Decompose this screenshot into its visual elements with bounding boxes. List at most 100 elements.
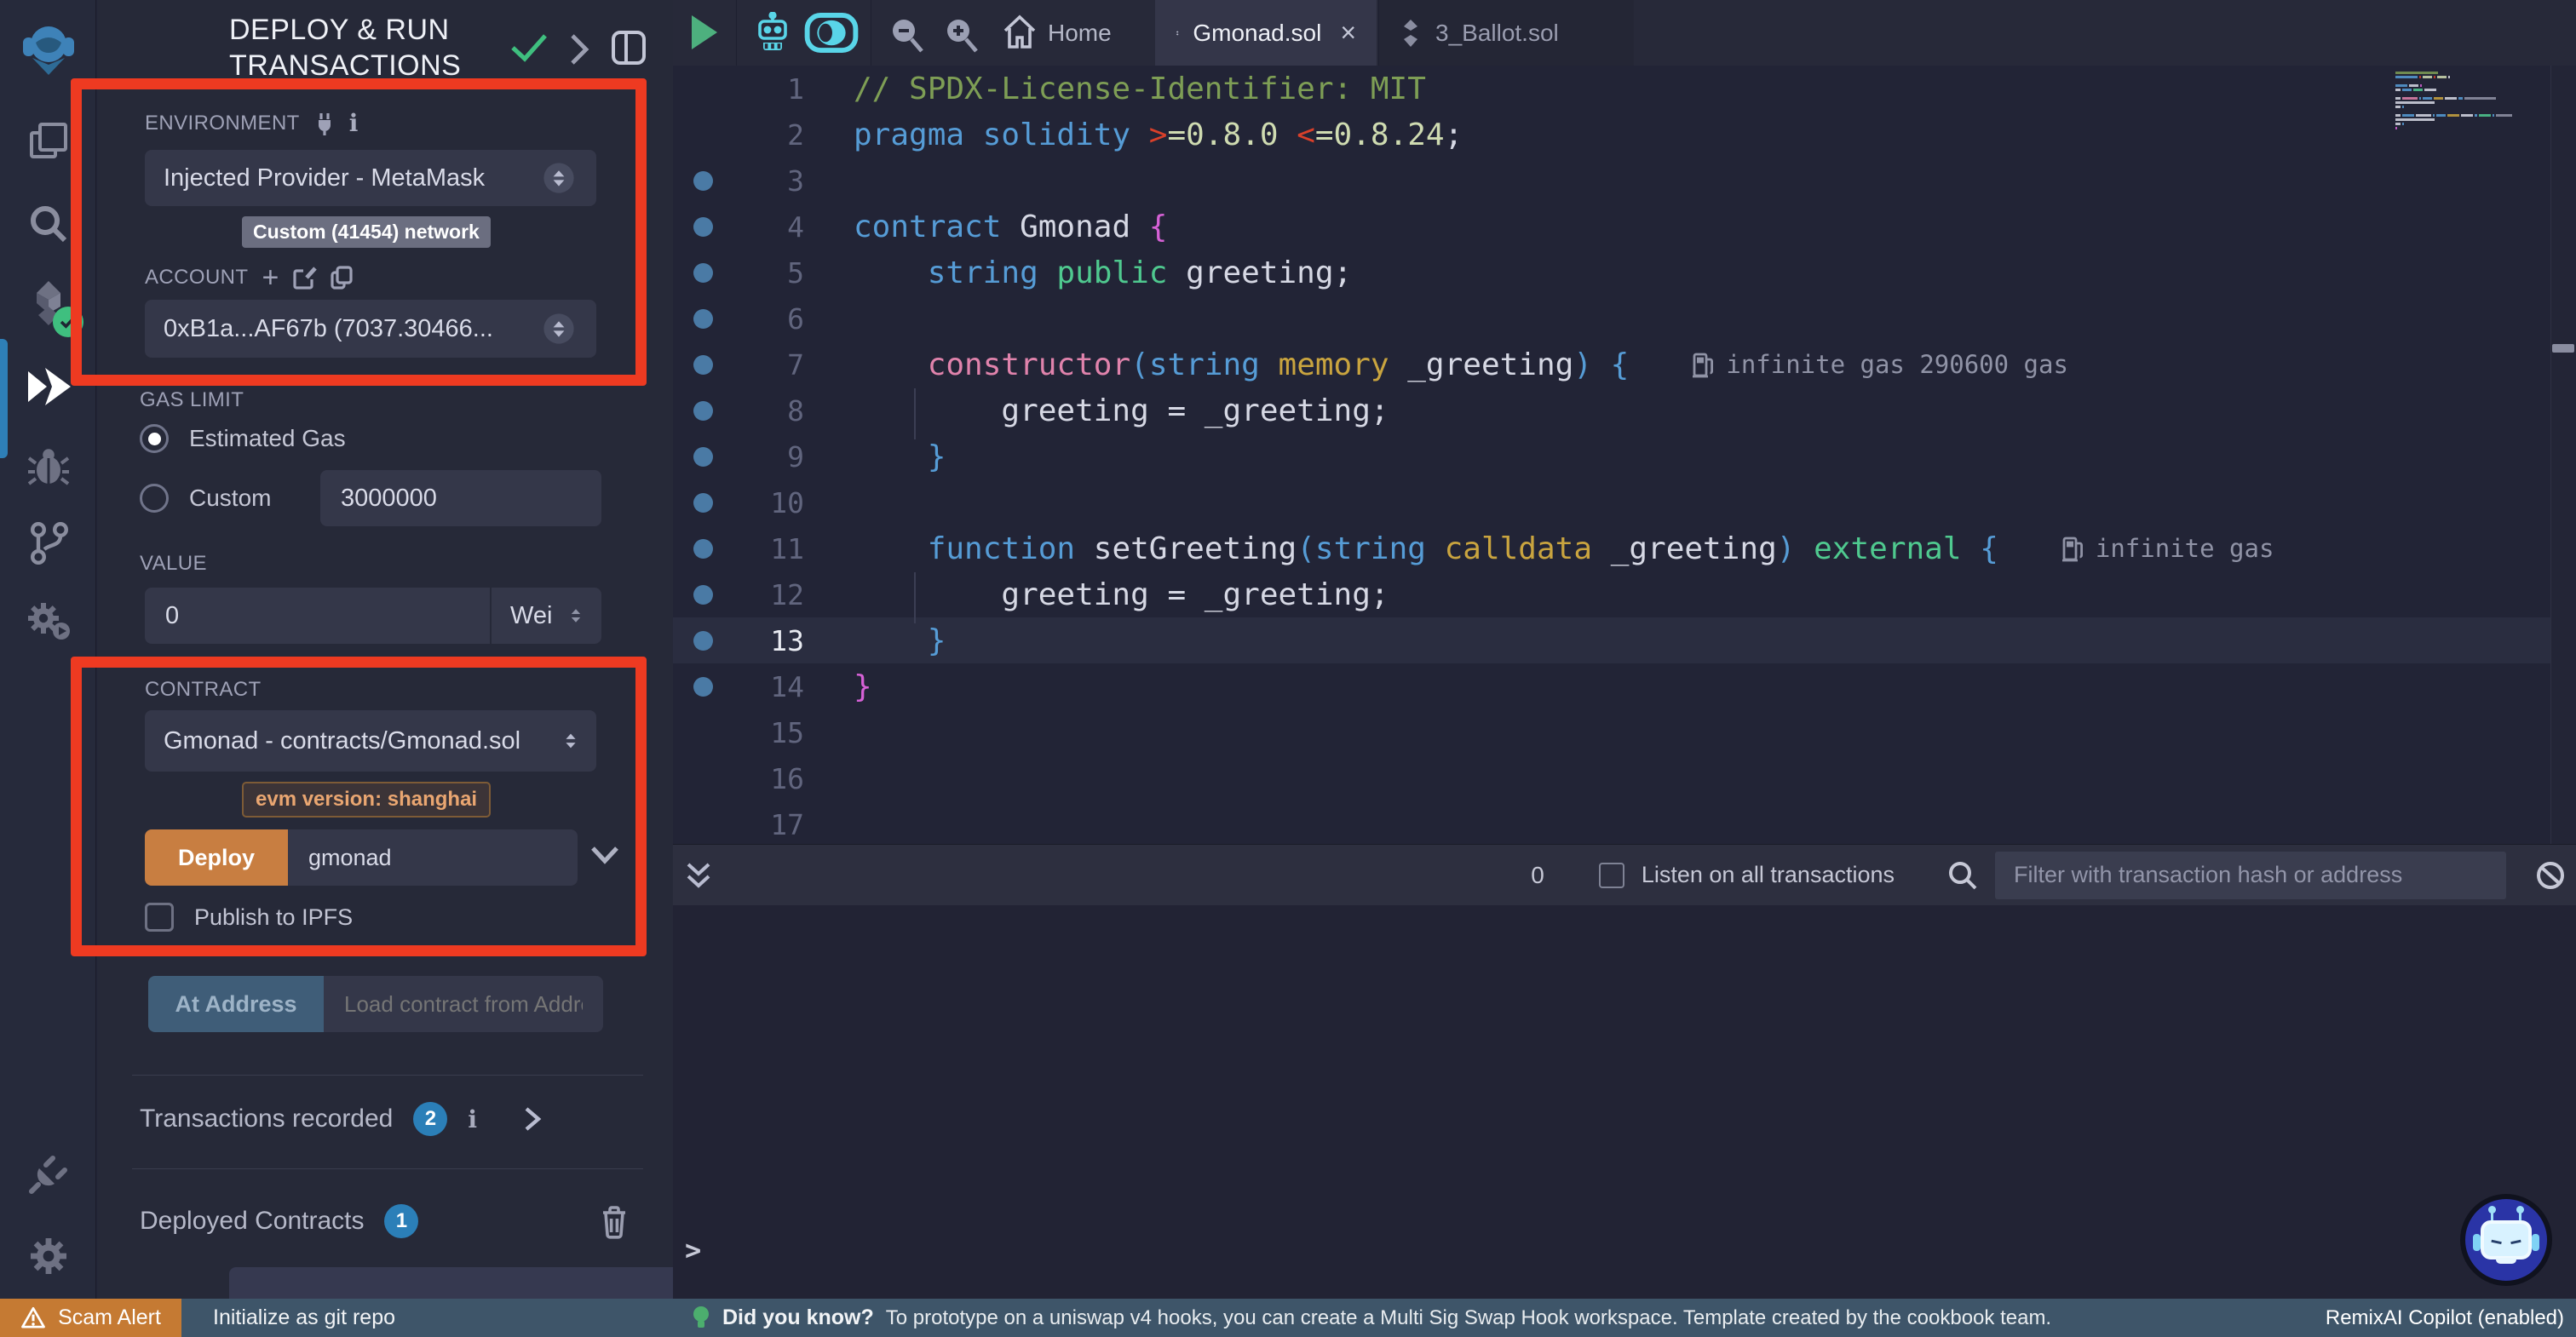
network-badge: Custom (41454) network [242,216,491,248]
editor-toolbar: Home Gmonad.sol × 3_Ballot.sol [673,0,2576,66]
tab-ballot[interactable]: 3_Ballot.sol [1378,0,1634,66]
gutter-dot-icon [673,585,733,605]
ai-robot-icon[interactable] [751,12,794,55]
lightbulb-icon [692,1305,710,1331]
contract-select[interactable]: Gmonad - contracts/Gmonad.sol [145,710,596,772]
home-tab[interactable]: Home [1048,0,1112,66]
environment-select[interactable]: Injected Provider - MetaMask [145,150,596,206]
add-account-icon[interactable]: + [262,266,279,290]
publish-ipfs-row[interactable]: Publish to IPFS [145,903,353,932]
line-number: 8 [733,394,804,427]
deploy-param-input[interactable] [288,829,578,886]
clear-console-icon[interactable] [2535,860,2566,891]
copilot-status[interactable]: RemixAI Copilot (enabled) [2326,1299,2564,1337]
remix-ai-assistant-button[interactable] [2460,1194,2552,1286]
code-line[interactable]: 9 } [673,433,2576,479]
chevron-right-icon[interactable] [567,32,591,66]
settings-gear-icon[interactable] [0,1235,96,1277]
expand-transactions-icon[interactable] [523,1105,542,1133]
code-text: contract Gmonad { [854,209,1167,244]
deploy-button[interactable]: Deploy [145,829,288,886]
code-editor[interactable]: 1// SPDX-License-Identifier: MIT2pragma … [673,66,2576,844]
search-icon[interactable] [0,203,96,245]
transactions-info-icon[interactable]: i [468,1105,477,1133]
code-line[interactable]: 17 [673,801,2576,844]
code-line[interactable]: 6 [673,296,2576,341]
radio-icon [140,484,169,513]
publish-ipfs-checkbox[interactable] [145,903,174,932]
code-line[interactable]: 7 constructor(string memory _greeting) {… [673,341,2576,387]
check-icon[interactable] [509,32,549,63]
remix-logo-icon[interactable] [0,20,96,78]
line-number: 1 [733,72,804,106]
copilot-toggle-icon[interactable] [804,13,859,53]
edit-account-icon[interactable] [293,266,317,290]
transaction-filter-input[interactable] [1995,852,2506,899]
code-line[interactable]: 8 greeting = _greeting; [673,387,2576,433]
line-number: 12 [733,578,804,611]
code-line[interactable]: 1// SPDX-License-Identifier: MIT [673,66,2576,112]
code-line[interactable]: 15 [673,709,2576,755]
scrollbar-mark [2552,344,2574,353]
deployed-contract-item[interactable] [229,1267,727,1301]
terminal-search-icon[interactable] [1947,860,1978,891]
plugin-manager-icon[interactable] [0,600,96,642]
gutter-dot-icon [673,355,733,375]
deployed-contracts-row: Deployed Contracts 1 [140,1202,630,1240]
custom-gas-input[interactable] [320,470,601,526]
code-text: constructor(string memory _greeting) {in… [854,347,2068,382]
split-columns-icon[interactable] [610,29,647,66]
environment-info-icon[interactable]: i [349,109,359,137]
divider [132,1168,643,1169]
expand-deploy-icon[interactable] [589,841,620,867]
minimap-line [2395,106,2404,108]
code-line[interactable]: 5 string public greeting; [673,250,2576,296]
debugger-icon[interactable] [0,446,96,487]
trash-icon[interactable] [598,1202,630,1240]
code-line[interactable]: 16 [673,755,2576,801]
code-text: } [854,623,946,658]
tab-gmonad[interactable]: Gmonad.sol × [1155,0,1377,66]
code-line[interactable]: 12 greeting = _greeting; [673,571,2576,617]
account-select[interactable]: 0xB1a...AF67b (7037.30466... [145,300,596,358]
gas-estimate-annotation: infinite gas [2061,534,2274,563]
remix-ide-window: DEPLOY & RUN TRANSACTIONS ENVIRONMENT i … [0,0,2576,1337]
scam-alert-button[interactable]: Scam Alert [0,1299,181,1337]
code-line[interactable]: 2pragma solidity >=0.8.0 <=0.8.24; [673,112,2576,158]
gutter-dot-icon [673,309,733,329]
home-icon[interactable] [1002,14,1038,50]
value-input[interactable] [145,588,490,644]
at-address-input[interactable] [324,976,603,1032]
close-tab-icon[interactable]: × [1340,17,1356,49]
terminal-output[interactable]: > [673,905,2576,1299]
zoom-out-icon[interactable] [888,15,925,53]
git-icon[interactable] [0,521,96,565]
value-unit-select[interactable]: Wei [491,588,601,644]
code-line[interactable]: 3 [673,158,2576,204]
deploy-run-icon[interactable] [0,364,96,409]
copy-account-icon[interactable] [331,266,353,290]
transactions-recorded-row[interactable]: Transactions recorded 2 i [140,1102,630,1136]
code-line[interactable]: 11 function setGreeting(string calldata … [673,525,2576,571]
code-line[interactable]: 4contract Gmonad { [673,204,2576,250]
select-caret-icon [543,313,573,343]
listen-checkbox[interactable] [1599,863,1624,888]
editor-scrollbar[interactable] [2550,66,2576,844]
zoom-in-icon[interactable] [942,15,980,53]
at-address-button[interactable]: At Address [148,976,324,1032]
code-line[interactable]: 13 } [673,617,2576,663]
estimated-gas-radio[interactable]: Estimated Gas [140,424,346,453]
plug-icon[interactable] [0,1151,96,1197]
git-init-button[interactable]: Initialize as git repo [213,1299,395,1337]
code-line[interactable]: 14} [673,663,2576,709]
plug-small-icon[interactable] [313,112,336,135]
file-explorer-icon[interactable] [0,119,96,164]
gutter-dot-icon [673,217,733,237]
environment-label: ENVIRONMENT i [145,109,359,137]
run-script-icon[interactable] [688,14,721,51]
code-line[interactable]: 10 [673,479,2576,525]
custom-gas-radio[interactable]: Custom [140,484,271,513]
code-text: } [854,439,946,474]
collapse-terminal-icon[interactable] [685,859,712,892]
minimap[interactable] [2395,72,2550,174]
